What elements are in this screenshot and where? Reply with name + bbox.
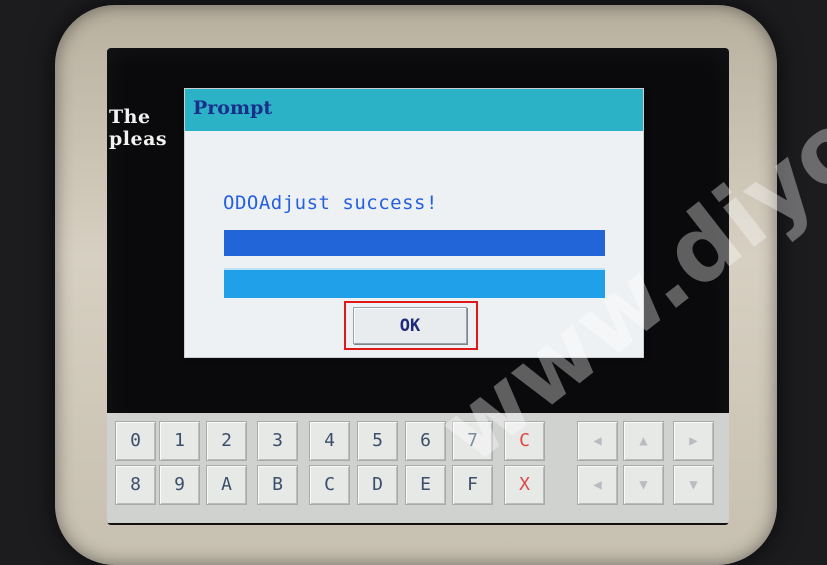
key-a[interactable]: A [206, 465, 247, 505]
key-8[interactable]: 8 [115, 465, 156, 505]
background-text-line2: pleas [109, 128, 168, 150]
key-0[interactable]: 0 [115, 421, 156, 461]
down-arrow-icon[interactable]: ▼ [673, 465, 714, 505]
key-e[interactable]: E [405, 465, 446, 505]
key-cancel[interactable]: X [504, 465, 545, 505]
prompt-dialog: Prompt ODOAdjust success! OK [184, 88, 644, 358]
left-arrow-icon[interactable]: ◀ [577, 465, 618, 505]
key-1[interactable]: 1 [159, 421, 200, 461]
key-clear[interactable]: C [504, 421, 545, 461]
key-9[interactable]: 9 [159, 465, 200, 505]
key-2[interactable]: 2 [206, 421, 247, 461]
progress-bar-1 [224, 230, 605, 256]
background-text-line1: The [109, 106, 151, 128]
keypad: 0 1 2 3 4 5 6 7 C 8 9 A B C D E F X ◀ ▲ … [107, 413, 729, 523]
key-4[interactable]: 4 [309, 421, 350, 461]
key-f[interactable]: F [452, 465, 493, 505]
device-screen: The pleas Prompt ODOAdjust success! OK 0… [107, 48, 729, 525]
ok-button[interactable]: OK [353, 307, 467, 344]
right-arrow-icon[interactable]: ▶ [673, 421, 714, 461]
key-7[interactable]: 7 [452, 421, 493, 461]
key-c[interactable]: C [309, 465, 350, 505]
up-arrow-icon[interactable]: ▲ [623, 421, 664, 461]
left-arrow-icon[interactable]: ◀ [577, 421, 618, 461]
dialog-title: Prompt [185, 89, 643, 131]
progress-bar-2 [224, 268, 605, 298]
key-d[interactable]: D [357, 465, 398, 505]
key-b[interactable]: B [257, 465, 298, 505]
dialog-message: ODOAdjust success! [223, 192, 438, 214]
down-arrow-icon[interactable]: ▼ [623, 465, 664, 505]
key-5[interactable]: 5 [357, 421, 398, 461]
key-3[interactable]: 3 [257, 421, 298, 461]
key-6[interactable]: 6 [405, 421, 446, 461]
